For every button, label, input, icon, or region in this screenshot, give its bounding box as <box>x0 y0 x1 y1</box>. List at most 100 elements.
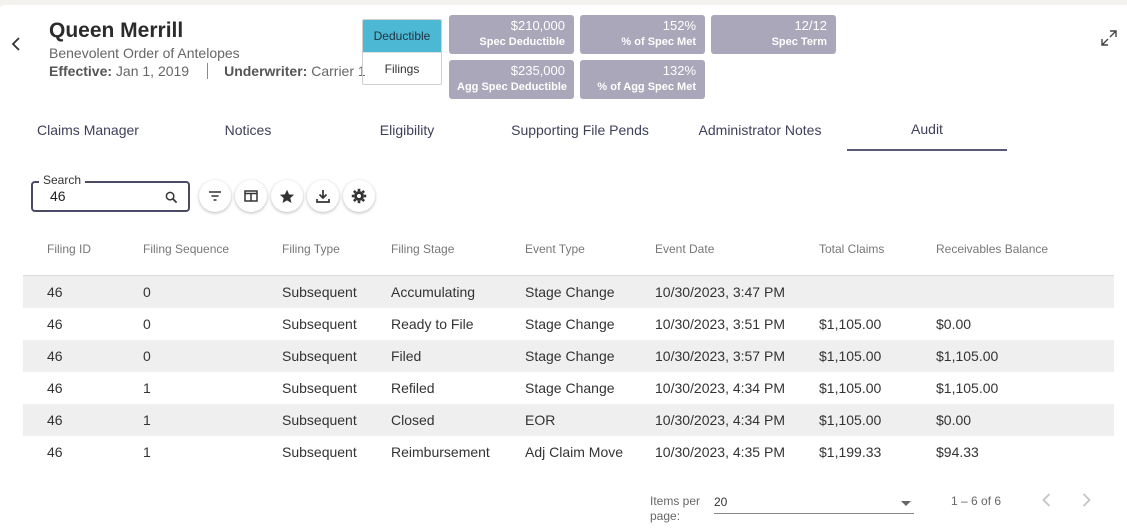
kpi-label: Spec Deductible <box>479 36 565 48</box>
cell-total-claims: $1,105.00 <box>819 316 882 332</box>
cell-filing-sequence: 0 <box>143 316 151 332</box>
cell-event-type: Stage Change <box>525 316 615 332</box>
kpi-value: 132% <box>662 63 696 78</box>
search-icon[interactable] <box>165 191 178 204</box>
cell-receivables-balance: $94.33 <box>936 444 979 460</box>
expand-icon <box>1101 30 1117 46</box>
cell-event-type: Stage Change <box>525 380 615 396</box>
favorite-button[interactable] <box>271 180 303 212</box>
kpi-pct-agg-spec-met: 132% % of Agg Spec Met <box>580 60 705 99</box>
next-page-button[interactable] <box>1076 490 1096 510</box>
tab-audit[interactable]: Audit <box>847 109 1007 151</box>
column-header[interactable]: Filing Sequence <box>143 242 229 256</box>
page-range: 1 – 6 of 6 <box>951 494 1002 508</box>
cell-total-claims: $1,199.33 <box>819 444 882 460</box>
back-button[interactable] <box>8 33 24 55</box>
cell-filing-type: Subsequent <box>282 444 357 460</box>
table-row[interactable]: 46 0 Subsequent Accumulating Stage Chang… <box>23 276 1114 308</box>
settings-button[interactable] <box>343 180 375 212</box>
cell-filing-stage: Refiled <box>391 380 435 396</box>
cell-event-type: Adj Claim Move <box>525 444 624 460</box>
paginator: Items per page: 20 1 – 6 of 6 <box>0 488 1127 528</box>
main-card: Queen Merrill Benevolent Order of Antelo… <box>0 5 1127 531</box>
cell-event-date: 10/30/2023, 4:34 PM <box>655 412 785 428</box>
column-header[interactable]: Filing ID <box>47 242 91 256</box>
cell-total-claims: $1,105.00 <box>819 412 882 428</box>
table-row[interactable]: 46 0 Subsequent Filed Stage Change 10/30… <box>23 340 1114 372</box>
cell-filing-id: 46 <box>47 380 63 396</box>
cell-event-type: Stage Change <box>525 284 615 300</box>
kpi-value: $210,000 <box>510 18 565 33</box>
search-label: Search <box>39 173 86 187</box>
table-header: Filing ID Filing Sequence Filing Type Fi… <box>23 230 1114 276</box>
column-header[interactable]: Receivables Balance <box>936 242 1048 256</box>
tab-notices[interactable]: Notices <box>168 109 328 151</box>
column-header[interactable]: Filing Type <box>282 242 340 256</box>
cell-filing-stage: Accumulating <box>391 284 476 300</box>
chevron-left-icon <box>1041 493 1050 507</box>
cell-filing-sequence: 0 <box>143 348 151 364</box>
cell-event-date: 10/30/2023, 3:57 PM <box>655 348 785 364</box>
table-row[interactable]: 46 1 Subsequent Closed EOR 10/30/2023, 4… <box>23 404 1114 436</box>
column-header[interactable]: Total Claims <box>819 242 884 256</box>
cell-event-type: EOR <box>525 412 556 428</box>
kpi-value: $235,000 <box>510 63 565 78</box>
cell-filing-stage: Reimbursement <box>391 444 490 460</box>
cell-receivables-balance: $1,105.00 <box>936 380 999 396</box>
cell-filing-sequence: 0 <box>143 284 151 300</box>
kpi-agg-spec-deductible: $235,000 Agg Spec Deductible <box>449 60 574 99</box>
organization-name: Benevolent Order of Antelopes <box>49 45 240 61</box>
cell-filing-type: Subsequent <box>282 412 357 428</box>
cell-filing-stage: Ready to File <box>391 316 474 332</box>
items-per-page-select[interactable]: 20 <box>714 492 914 514</box>
underwriter-value: Carrier 1 <box>311 63 366 79</box>
column-header[interactable]: Filing Stage <box>391 242 454 256</box>
download-button[interactable] <box>307 180 339 212</box>
cell-event-date: 10/30/2023, 3:51 PM <box>655 316 785 332</box>
cell-event-date: 10/30/2023, 4:34 PM <box>655 380 785 396</box>
column-header[interactable]: Event Type <box>525 242 585 256</box>
expand-button[interactable] <box>1098 27 1120 49</box>
items-per-page-label: Items per page: <box>650 494 701 523</box>
cell-event-type: Stage Change <box>525 348 615 364</box>
toggle-filings[interactable]: Filings <box>363 52 441 84</box>
cell-receivables-balance: $1,105.00 <box>936 348 999 364</box>
cell-filing-type: Subsequent <box>282 380 357 396</box>
kpi-value: 152% <box>662 18 696 33</box>
tab-administrator-notes[interactable]: Administrator Notes <box>680 109 840 151</box>
search-field[interactable]: Search <box>31 173 190 212</box>
cell-filing-type: Subsequent <box>282 348 357 364</box>
cell-receivables-balance: $0.00 <box>936 316 972 332</box>
tab-supporting-file-pends[interactable]: Supporting File Pends <box>493 109 667 151</box>
tab-claims-manager[interactable]: Claims Manager <box>13 109 163 151</box>
cell-filing-id: 46 <box>47 348 63 364</box>
toggle-deductible[interactable]: Deductible <box>363 20 441 52</box>
member-name: Queen Merrill <box>49 19 184 42</box>
kpi-value: 12/12 <box>794 18 827 33</box>
cell-receivables-balance: $0.00 <box>936 412 972 428</box>
kpi-spec-term: 12/12 Spec Term <box>711 15 836 54</box>
table-row[interactable]: 46 1 Subsequent Reimbursement Adj Claim … <box>23 436 1114 468</box>
meta-divider <box>207 63 209 79</box>
effective-label: Effective: <box>49 63 113 79</box>
items-per-page-value: 20 <box>714 495 728 509</box>
table-row[interactable]: 46 1 Subsequent Refiled Stage Change 10/… <box>23 372 1114 404</box>
column-header[interactable]: Event Date <box>655 242 714 256</box>
cell-filing-sequence: 1 <box>143 380 151 396</box>
previous-page-button[interactable] <box>1036 490 1056 510</box>
search-input[interactable] <box>50 188 160 204</box>
cell-filing-type: Subsequent <box>282 284 357 300</box>
columns-button[interactable] <box>235 180 267 212</box>
underwriter-label: Underwriter: <box>224 63 308 79</box>
view-toggle: Deductible Filings <box>362 19 442 85</box>
tab-eligibility[interactable]: Eligibility <box>327 109 487 151</box>
tab-bar: Claims Manager Notices Eligibility Suppo… <box>13 109 1013 153</box>
cell-filing-stage: Filed <box>391 348 422 364</box>
table-row[interactable]: 46 0 Subsequent Ready to File Stage Chan… <box>23 308 1114 340</box>
download-icon <box>316 190 330 203</box>
cell-event-date: 10/30/2023, 4:35 PM <box>655 444 785 460</box>
kpi-label: % of Spec Met <box>621 36 696 48</box>
kpi-pct-spec-met: 152% % of Spec Met <box>580 15 705 54</box>
dropdown-caret-icon <box>901 501 911 506</box>
filter-button[interactable] <box>199 180 231 212</box>
